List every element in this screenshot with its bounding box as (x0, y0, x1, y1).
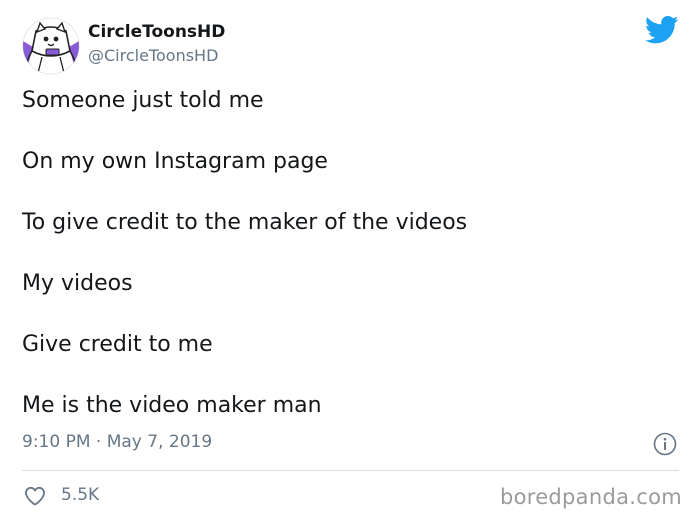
tweet-line-4: My videos (22, 271, 133, 296)
heart-icon[interactable] (23, 484, 47, 508)
tweet-line-6: Me is the video maker man (22, 393, 322, 418)
divider (22, 470, 679, 471)
tweet-line-2: On my own Instagram page (22, 149, 328, 174)
twitter-bird-icon[interactable] (644, 15, 679, 45)
like-count[interactable]: 5.5K (61, 485, 99, 505)
tweet-line-5: Give credit to me (22, 332, 213, 357)
watermark: boredpanda.com (499, 485, 682, 509)
ghost-cat-avatar-icon (22, 17, 80, 75)
info-icon[interactable] (653, 432, 677, 456)
tweet-timestamp[interactable]: 9:10 PM · May 7, 2019 (22, 432, 212, 452)
author-handle[interactable]: @CircleToonsHD (88, 46, 218, 65)
avatar[interactable] (22, 17, 80, 75)
tweet-line-3: To give credit to the maker of the video… (22, 210, 468, 235)
author-display-name[interactable]: CircleToonsHD (88, 22, 225, 42)
tweet-line-1: Someone just told me (22, 88, 264, 113)
